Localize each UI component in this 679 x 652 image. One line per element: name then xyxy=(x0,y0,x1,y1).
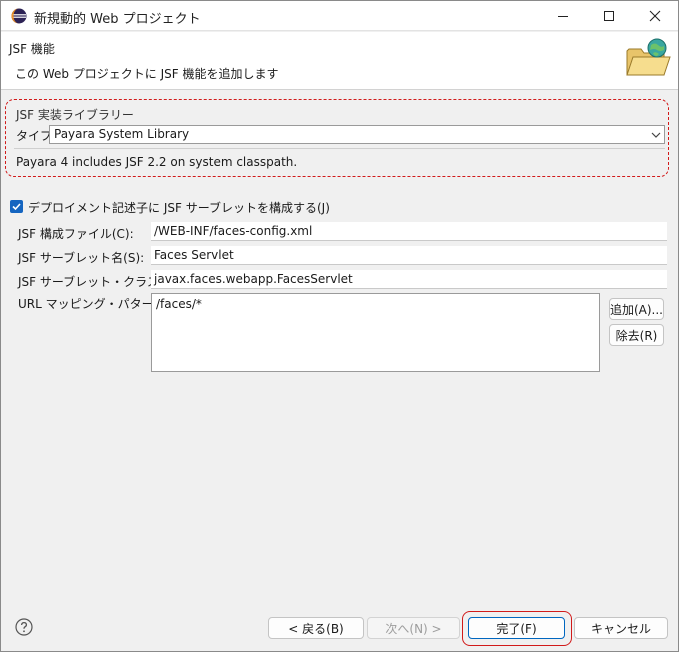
library-separator xyxy=(14,148,665,149)
configure-servlet-label[interactable]: デプロイメント記述子に JSF サーブレットを構成する(J) xyxy=(28,199,330,216)
next-button[interactable]: 次へ(N) > xyxy=(367,617,460,639)
dialog-window: 新規動的 Web プロジェクト JSF 機能 この Web プロジェクトに JS… xyxy=(0,0,679,652)
page-title: JSF 機能 xyxy=(9,42,55,56)
minimize-button[interactable] xyxy=(540,1,586,31)
help-icon[interactable] xyxy=(15,618,33,636)
checkmark-icon xyxy=(12,203,21,211)
configure-servlet-checkbox[interactable] xyxy=(10,200,23,213)
eclipse-icon xyxy=(11,8,27,24)
maximize-icon xyxy=(604,11,614,21)
jsf-library-group-title: JSF 実装ライブラリー xyxy=(16,108,134,122)
minimize-icon xyxy=(558,16,568,17)
config-file-input[interactable]: /WEB-INF/faces-config.xml xyxy=(151,222,667,241)
back-button[interactable]: < 戻る(B) xyxy=(268,617,364,639)
add-mapping-button[interactable]: 追加(A)... xyxy=(609,298,664,320)
servlet-name-input[interactable]: Faces Servlet xyxy=(151,246,667,265)
close-icon xyxy=(649,10,661,22)
web-project-folder-icon xyxy=(626,38,671,76)
servlet-class-input[interactable]: javax.faces.webapp.FacesServlet xyxy=(151,270,667,289)
remove-mapping-button[interactable]: 除去(R) xyxy=(609,324,664,346)
maximize-button[interactable] xyxy=(586,1,632,31)
wizard-header: JSF 機能 この Web プロジェクトに JSF 機能を追加します xyxy=(1,32,678,90)
close-button[interactable] xyxy=(632,1,678,31)
page-description: この Web プロジェクトに JSF 機能を追加します xyxy=(15,67,279,81)
finish-button[interactable]: 完了(F) xyxy=(468,617,565,639)
library-info-text: Payara 4 includes JSF 2.2 on system clas… xyxy=(16,155,298,169)
title-bar: 新規動的 Web プロジェクト xyxy=(1,1,678,31)
cancel-button[interactable]: キャンセル xyxy=(574,617,668,639)
list-item[interactable]: /faces/* xyxy=(156,297,202,311)
window-title: 新規動的 Web プロジェクト xyxy=(34,12,201,27)
library-type-select[interactable]: Payara System Library xyxy=(49,125,665,144)
config-file-label: JSF 構成ファイル(C): xyxy=(18,227,134,241)
servlet-name-label: JSF サーブレット名(S): xyxy=(18,251,145,265)
chevron-down-icon[interactable] xyxy=(649,128,663,142)
url-mapping-list[interactable]: /faces/* xyxy=(151,293,600,372)
